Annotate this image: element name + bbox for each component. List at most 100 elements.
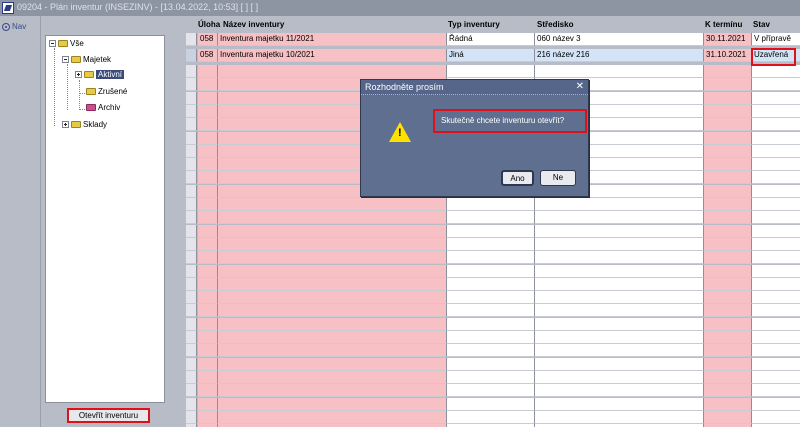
empty-cell[interactable] bbox=[704, 198, 752, 211]
empty-row[interactable] bbox=[186, 397, 800, 411]
empty-cell[interactable] bbox=[447, 211, 535, 225]
tree-node-archiv[interactable]: Archiv bbox=[86, 103, 120, 112]
empty-cell[interactable] bbox=[752, 104, 800, 118]
empty-cell[interactable] bbox=[218, 237, 447, 251]
empty-cell[interactable] bbox=[218, 211, 447, 225]
empty-cell[interactable] bbox=[186, 384, 197, 398]
empty-row[interactable] bbox=[186, 384, 800, 398]
empty-cell[interactable] bbox=[198, 317, 218, 331]
empty-cell[interactable] bbox=[198, 198, 218, 211]
empty-cell[interactable] bbox=[704, 264, 752, 278]
empty-cell[interactable] bbox=[752, 224, 800, 238]
empty-cell[interactable] bbox=[535, 397, 704, 411]
empty-cell[interactable] bbox=[198, 131, 218, 145]
cell-nazev[interactable]: Inventura majetku 10/2021 bbox=[218, 49, 447, 62]
empty-cell[interactable] bbox=[186, 331, 197, 344]
empty-cell[interactable] bbox=[218, 224, 447, 238]
empty-cell[interactable] bbox=[752, 78, 800, 92]
empty-cell[interactable] bbox=[186, 264, 197, 278]
empty-cell[interactable] bbox=[535, 331, 704, 344]
empty-row[interactable] bbox=[186, 317, 800, 331]
empty-cell[interactable] bbox=[535, 317, 704, 331]
empty-cell[interactable] bbox=[186, 224, 197, 238]
yes-button[interactable]: Ano bbox=[501, 170, 534, 186]
empty-cell[interactable] bbox=[186, 158, 197, 172]
empty-cell[interactable] bbox=[704, 397, 752, 411]
tree-node-zrusene[interactable]: Zrušené bbox=[86, 87, 127, 96]
empty-cell[interactable] bbox=[704, 344, 752, 358]
row-selector[interactable] bbox=[186, 49, 197, 62]
empty-cell[interactable] bbox=[704, 291, 752, 305]
tree-node-aktivni[interactable]: Aktivní bbox=[75, 70, 125, 79]
empty-cell[interactable] bbox=[704, 410, 752, 424]
empty-cell[interactable] bbox=[218, 397, 447, 411]
empty-cell[interactable] bbox=[186, 104, 197, 118]
empty-cell[interactable] bbox=[704, 304, 752, 318]
empty-cell[interactable] bbox=[752, 277, 800, 291]
empty-cell[interactable] bbox=[218, 264, 447, 278]
empty-row[interactable] bbox=[186, 211, 800, 225]
empty-cell[interactable] bbox=[198, 251, 218, 265]
empty-cell[interactable] bbox=[198, 184, 218, 198]
empty-cell[interactable] bbox=[198, 370, 218, 384]
empty-cell[interactable] bbox=[704, 251, 752, 265]
empty-cell[interactable] bbox=[218, 291, 447, 305]
column-header-nazev[interactable]: Název inventury bbox=[223, 20, 284, 29]
open-inventory-button[interactable]: Otevřít inventuru bbox=[67, 408, 150, 423]
empty-cell[interactable] bbox=[704, 158, 752, 172]
empty-row[interactable] bbox=[186, 251, 800, 265]
empty-cell[interactable] bbox=[704, 277, 752, 291]
empty-cell[interactable] bbox=[447, 224, 535, 238]
empty-cell[interactable] bbox=[535, 224, 704, 238]
empty-cell[interactable] bbox=[704, 171, 752, 185]
empty-cell[interactable] bbox=[447, 277, 535, 291]
empty-cell[interactable] bbox=[186, 91, 197, 105]
empty-cell[interactable] bbox=[704, 237, 752, 251]
tree-node-sklady[interactable]: Sklady bbox=[62, 120, 107, 129]
empty-cell[interactable] bbox=[752, 370, 800, 384]
empty-cell[interactable] bbox=[447, 251, 535, 265]
empty-cell[interactable] bbox=[186, 144, 197, 158]
empty-cell[interactable] bbox=[752, 410, 800, 424]
empty-cell[interactable] bbox=[198, 237, 218, 251]
cell-stredisko[interactable]: 060 název 3 bbox=[535, 33, 704, 46]
empty-cell[interactable] bbox=[752, 384, 800, 398]
empty-cell[interactable] bbox=[704, 357, 752, 371]
empty-cell[interactable] bbox=[186, 184, 197, 198]
cell-stredisko[interactable]: 216 název 216 bbox=[535, 49, 704, 62]
empty-cell[interactable] bbox=[752, 357, 800, 371]
empty-cell[interactable] bbox=[198, 410, 218, 424]
empty-cell[interactable] bbox=[186, 198, 197, 211]
expand-icon[interactable] bbox=[75, 71, 82, 78]
cell-typ[interactable]: Řádná bbox=[447, 33, 535, 46]
cell-stav[interactable]: Uzavřená bbox=[752, 49, 800, 62]
empty-cell[interactable] bbox=[198, 65, 218, 78]
empty-cell[interactable] bbox=[752, 397, 800, 411]
empty-row[interactable] bbox=[186, 65, 800, 78]
empty-cell[interactable] bbox=[186, 65, 197, 78]
empty-cell[interactable] bbox=[198, 104, 218, 118]
empty-cell[interactable] bbox=[447, 198, 535, 211]
empty-cell[interactable] bbox=[704, 78, 752, 92]
empty-cell[interactable] bbox=[447, 264, 535, 278]
empty-cell[interactable] bbox=[752, 237, 800, 251]
empty-cell[interactable] bbox=[447, 317, 535, 331]
empty-row[interactable] bbox=[186, 304, 800, 318]
empty-cell[interactable] bbox=[198, 224, 218, 238]
empty-cell[interactable] bbox=[752, 65, 800, 78]
table-row[interactable]: 058 Inventura majetku 10/2021 Jiná 216 n… bbox=[186, 49, 800, 62]
empty-cell[interactable] bbox=[186, 78, 197, 92]
empty-row[interactable] bbox=[186, 410, 800, 424]
empty-cell[interactable] bbox=[704, 118, 752, 132]
table-row[interactable]: 058 Inventura majetku 11/2021 Řádná 060 … bbox=[186, 33, 800, 46]
empty-cell[interactable] bbox=[447, 397, 535, 411]
empty-row[interactable] bbox=[186, 357, 800, 371]
empty-cell[interactable] bbox=[447, 384, 535, 398]
empty-cell[interactable] bbox=[186, 237, 197, 251]
empty-cell[interactable] bbox=[186, 304, 197, 318]
empty-cell[interactable] bbox=[535, 291, 704, 305]
empty-row[interactable] bbox=[186, 237, 800, 251]
empty-cell[interactable] bbox=[752, 291, 800, 305]
empty-cell[interactable] bbox=[752, 91, 800, 105]
empty-row[interactable] bbox=[186, 277, 800, 291]
